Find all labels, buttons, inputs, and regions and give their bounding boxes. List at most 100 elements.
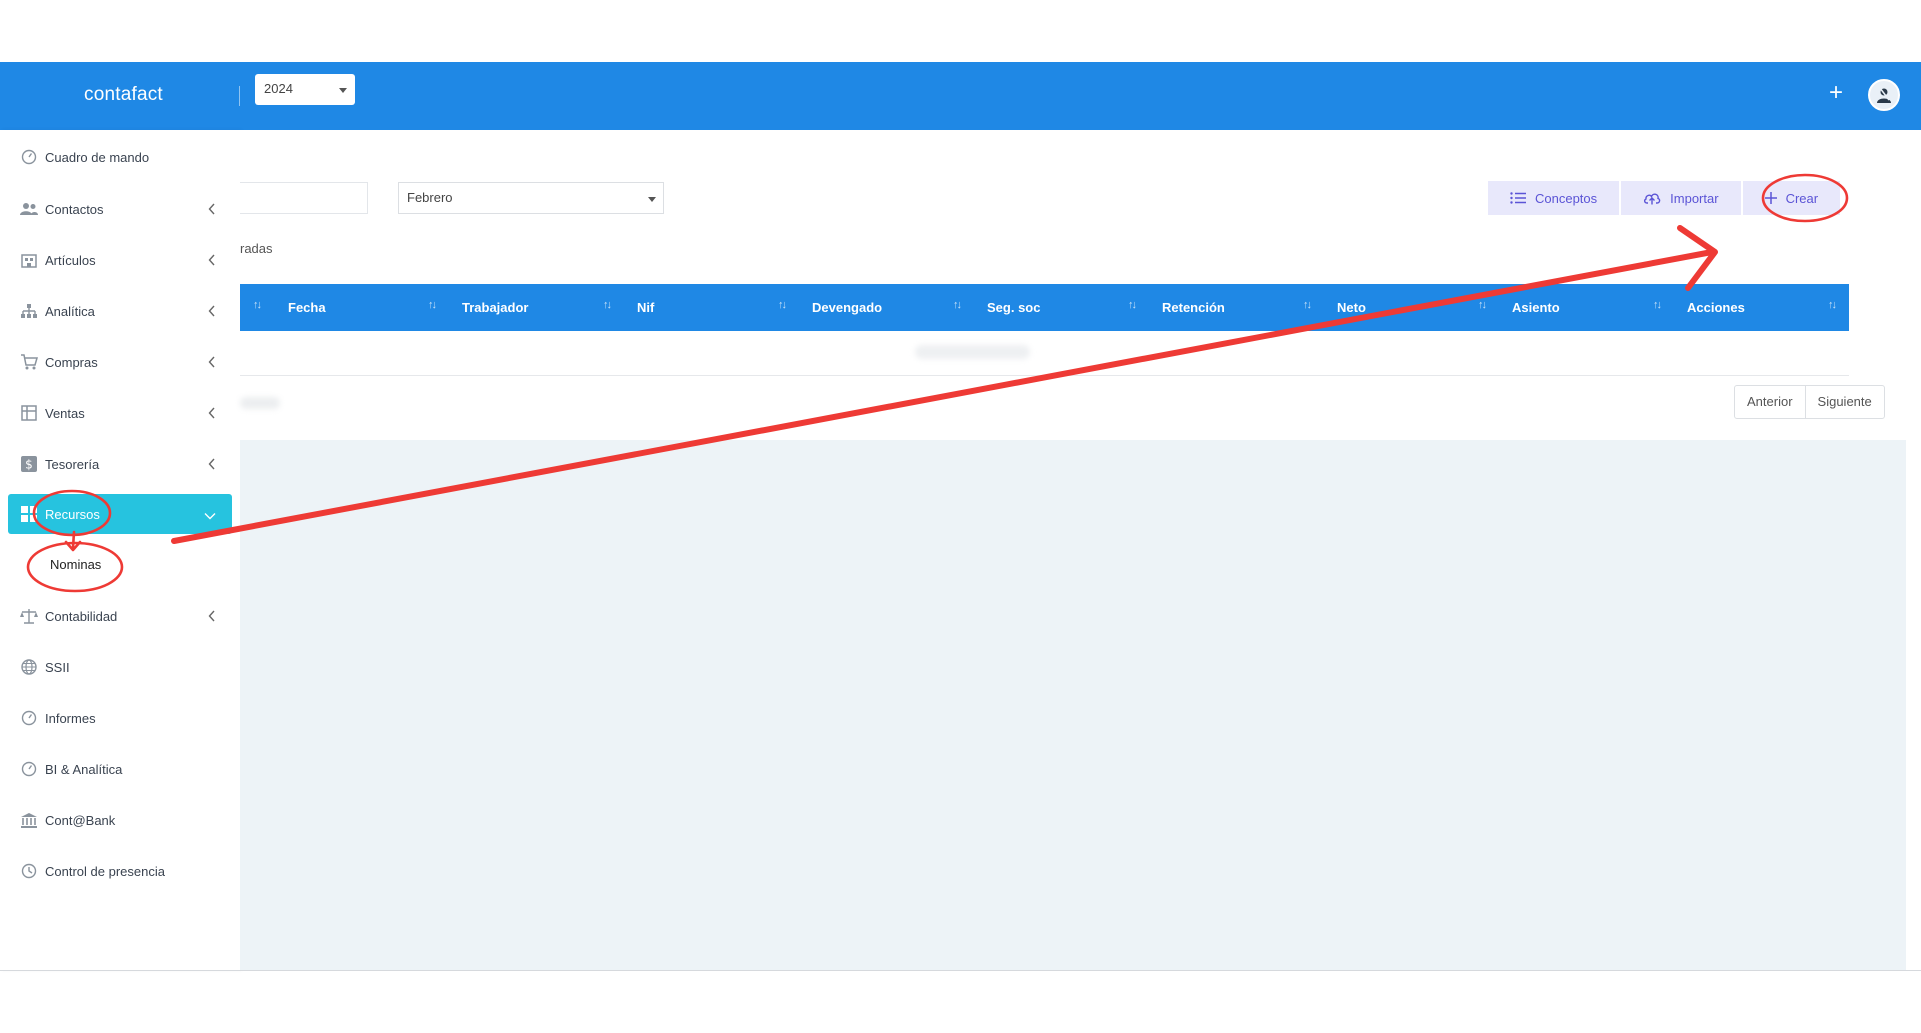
conceptos-button[interactable]: Conceptos [1488, 181, 1622, 215]
sidebar-item-label: Ventas [45, 405, 85, 421]
sort-icon[interactable]: ↑↓ [953, 299, 962, 311]
sort-icon[interactable]: ↑↓ [603, 299, 612, 311]
year-select-value: 2024 [264, 81, 293, 96]
chevron-left-icon [208, 254, 216, 269]
sidebar-item-ventas[interactable]: Ventas [8, 393, 232, 433]
sort-icon[interactable]: ↑↓ [1303, 299, 1312, 311]
sidebar-item-label: BI & Analítica [45, 761, 123, 777]
sidebar-item-cuadro-de-mando[interactable]: Cuadro de mando [8, 137, 232, 177]
col-seg-soc[interactable]: Seg. soc [987, 284, 1040, 331]
list-icon [1510, 192, 1526, 204]
prev-page-button[interactable]: Anterior [1735, 386, 1805, 418]
conceptos-label: Conceptos [1535, 190, 1598, 206]
dashboard-icon [20, 148, 38, 166]
caret-down-icon [648, 197, 656, 202]
sort-icon[interactable]: ↑↓ [428, 299, 437, 311]
sidebar-item-label: Tesorería [45, 456, 100, 472]
crear-label: Crear [1785, 190, 1819, 206]
chevron-left-icon [208, 356, 216, 371]
chevron-down-icon [204, 508, 216, 523]
grid-icon [20, 505, 38, 523]
globe-icon [20, 658, 38, 676]
scale-icon [20, 607, 38, 625]
sidebar-item-analitica[interactable]: Analítica [8, 291, 232, 331]
sidebar-item-compras[interactable]: Compras [8, 342, 232, 382]
empty-table-message [915, 345, 1030, 359]
chevron-left-icon [208, 407, 216, 422]
sidebar: Cuadro de mando Contactos Artículos Anal… [0, 130, 240, 970]
building-icon [20, 251, 38, 269]
col-fecha[interactable]: Fecha [288, 284, 326, 331]
col-trabajador[interactable]: Trabajador [462, 284, 528, 331]
gauge-icon [20, 760, 38, 778]
top-bar: contafact 2024 + [0, 62, 1921, 130]
crear-button[interactable]: Crear [1742, 181, 1843, 215]
table-divider [240, 375, 1849, 376]
sidebar-item-recursos[interactable]: Recursos [8, 494, 232, 534]
col-devengado[interactable]: Devengado [812, 284, 882, 331]
sort-icon[interactable]: ↑↓ [1653, 299, 1662, 311]
sidebar-item-label: Cuadro de mando [45, 149, 150, 165]
col-neto[interactable]: Neto [1337, 284, 1366, 331]
col-asiento[interactable]: Asiento [1512, 284, 1560, 331]
add-button[interactable]: + [1826, 80, 1846, 106]
table-header: ↑↓ Fecha ↑↓ Trabajador ↑↓ Nif ↑↓ Devenga… [240, 284, 1849, 331]
nominas-card: Febrero radas Conceptos Importar Crear ↑… [240, 130, 1906, 440]
avatar[interactable] [1868, 79, 1900, 111]
brand-divider [239, 86, 240, 106]
ventas-icon [20, 404, 38, 422]
action-buttons: Conceptos Importar Crear [1488, 181, 1843, 215]
month-select[interactable]: Febrero [398, 182, 664, 214]
importar-button[interactable]: Importar [1621, 181, 1743, 215]
sidebar-item-articulos[interactable]: Artículos [8, 240, 232, 280]
chevron-left-icon [208, 610, 216, 625]
clock-icon [20, 862, 38, 880]
sidebar-item-label: SSII [45, 659, 70, 675]
chevron-left-icon [208, 305, 216, 320]
col-nif[interactable]: Nif [637, 284, 654, 331]
sort-icon[interactable]: ↑↓ [1828, 299, 1837, 311]
bottom-divider [0, 970, 1921, 971]
sidebar-item-ssii[interactable]: SSII [8, 647, 232, 687]
year-select[interactable]: 2024 [255, 74, 355, 105]
sidebar-item-label: Control de presencia [45, 863, 165, 879]
sidebar-item-label: Recursos [45, 506, 100, 522]
chevron-left-icon [208, 458, 216, 473]
caret-down-icon [339, 88, 347, 93]
cart-icon [20, 353, 38, 371]
next-page-button[interactable]: Siguiente [1804, 386, 1884, 418]
month-select-value: Febrero [407, 190, 453, 205]
sidebar-item-control-de-presencia[interactable]: Control de presencia [8, 851, 232, 891]
bank-icon [20, 811, 38, 829]
cloud-upload-icon [1643, 191, 1661, 205]
sidebar-item-label: Contactos [45, 201, 104, 217]
sidebar-item-contabilidad[interactable]: Contabilidad [8, 596, 232, 636]
sort-icon[interactable]: ↑↓ [1478, 299, 1487, 311]
dollar-icon: $ [20, 455, 38, 473]
gauge-icon [20, 709, 38, 727]
sort-icon[interactable]: ↑↓ [1128, 299, 1137, 311]
table-info [240, 397, 280, 409]
search-input[interactable] [240, 182, 368, 214]
col-acciones[interactable]: Acciones [1687, 284, 1745, 331]
sidebar-item-informes[interactable]: Informes [8, 698, 232, 738]
brand-logo[interactable]: contafact [84, 84, 163, 106]
sidebar-item-label: Analítica [45, 303, 95, 319]
sidebar-item-label: Contabilidad [45, 608, 118, 624]
sidebar-subitem-nominas[interactable]: Nominas [50, 557, 101, 572]
importar-label: Importar [1670, 190, 1719, 206]
sidebar-item-label: Artículos [45, 252, 96, 268]
sidebar-item-label: Informes [45, 710, 96, 726]
sidebar-item-bi-analitica[interactable]: BI & Analítica [8, 749, 232, 789]
sidebar-item-contbank[interactable]: Cont@Bank [8, 800, 232, 840]
hierarchy-icon [20, 302, 38, 320]
sidebar-item-contactos[interactable]: Contactos [8, 189, 232, 229]
filter-label[interactable]: radas [240, 241, 273, 256]
users-icon [20, 200, 38, 218]
sort-icon[interactable]: ↑↓ [253, 299, 262, 311]
pagination: Anterior Siguiente [1734, 385, 1885, 419]
svg-text:$: $ [25, 458, 33, 472]
sort-icon[interactable]: ↑↓ [778, 299, 787, 311]
sidebar-item-tesoreria[interactable]: $ Tesorería [8, 444, 232, 484]
col-retencion[interactable]: Retención [1162, 284, 1225, 331]
